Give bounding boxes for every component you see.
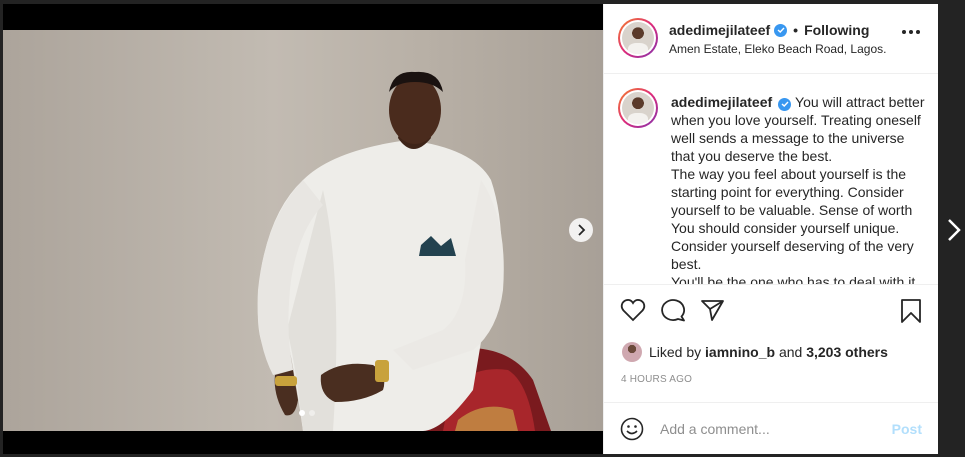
caption-line: The way you feel about yourself is the s… bbox=[671, 166, 914, 272]
username-link[interactable]: adedimejilateef bbox=[669, 22, 770, 38]
likes-summary: Liked by iamnino_b and 3,203 others bbox=[622, 342, 888, 362]
carousel-dot bbox=[309, 410, 315, 416]
share-icon[interactable] bbox=[700, 298, 726, 327]
caption-area[interactable]: adedimejilateef You will attract better … bbox=[604, 75, 938, 285]
comment-input[interactable] bbox=[660, 418, 880, 440]
liked-by-connector: and bbox=[778, 344, 803, 360]
comment-bar: Post bbox=[604, 402, 938, 454]
emoji-icon[interactable] bbox=[620, 417, 644, 446]
next-post-button[interactable] bbox=[945, 218, 963, 242]
caption-text: adedimejilateef You will attract better … bbox=[671, 93, 926, 285]
avatar[interactable] bbox=[618, 18, 658, 58]
carousel-dot-active bbox=[299, 410, 305, 416]
post-photo bbox=[3, 30, 603, 431]
bookmark-icon[interactable] bbox=[900, 298, 922, 329]
carousel-next-button[interactable] bbox=[569, 218, 593, 242]
chevron-right-icon bbox=[578, 224, 586, 236]
post-media bbox=[3, 4, 603, 454]
post-timestamp[interactable]: 4 HOURS AGO bbox=[621, 374, 692, 385]
post-side-panel: adedimejilateef • Following Amen Estate,… bbox=[603, 4, 938, 454]
post-comment-button[interactable]: Post bbox=[892, 421, 922, 437]
verified-badge-icon bbox=[778, 97, 792, 111]
following-button[interactable]: Following bbox=[804, 22, 869, 38]
carousel-indicator bbox=[299, 410, 315, 416]
chevron-right-icon bbox=[948, 219, 961, 241]
liked-by-prefix: Liked by bbox=[649, 344, 702, 360]
likes-count-link[interactable]: 3,203 others bbox=[806, 344, 888, 360]
liker-avatar[interactable] bbox=[622, 342, 642, 362]
comment-icon[interactable] bbox=[660, 298, 686, 327]
more-options-icon[interactable] bbox=[902, 30, 920, 34]
location-link[interactable]: Amen Estate, Eleko Beach Road, Lagos. bbox=[669, 42, 886, 56]
verified-badge-icon bbox=[774, 23, 788, 37]
caption-username[interactable]: adedimejilateef bbox=[671, 94, 772, 110]
post-actions bbox=[604, 294, 938, 334]
liker-username[interactable]: iamnino_b bbox=[705, 344, 775, 360]
post-header: adedimejilateef • Following Amen Estate,… bbox=[604, 4, 938, 74]
photo-illustration bbox=[257, 71, 551, 431]
avatar[interactable] bbox=[618, 88, 658, 128]
heart-icon[interactable] bbox=[620, 298, 646, 327]
caption-line: You'll be the one who has to deal with i… bbox=[671, 274, 916, 285]
separator-dot: • bbox=[793, 22, 799, 38]
